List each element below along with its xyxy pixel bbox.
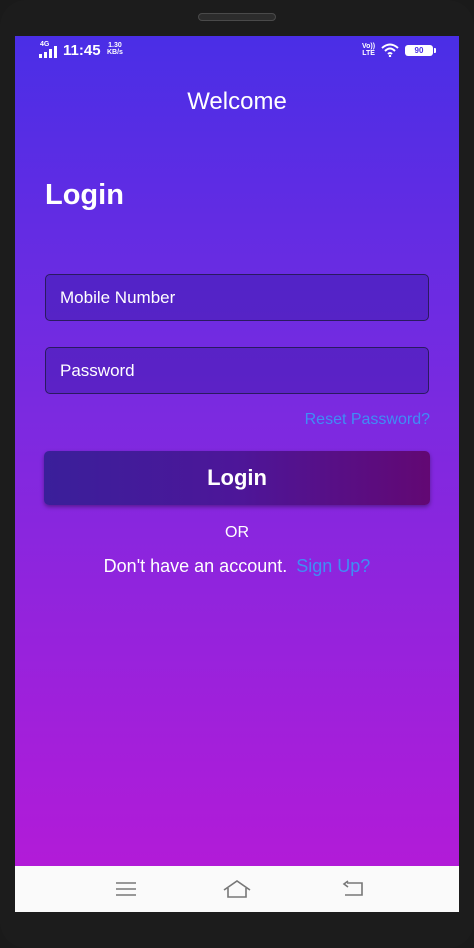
signup-row: Don't have an account. Sign Up? bbox=[15, 556, 459, 577]
app-screen: 4G 11:45 1.30 KB/s Vo)) LTE 90 Welcome L… bbox=[15, 36, 459, 866]
home-icon[interactable] bbox=[222, 878, 252, 900]
speaker-grille bbox=[198, 13, 276, 21]
battery-icon: 90 bbox=[405, 45, 436, 56]
back-icon[interactable] bbox=[340, 878, 366, 900]
status-bar: 4G 11:45 1.30 KB/s Vo)) LTE 90 bbox=[15, 36, 459, 64]
speed-value: 1.30 bbox=[108, 42, 122, 49]
lte-label: LTE bbox=[362, 50, 375, 57]
phone-frame: 4G 11:45 1.30 KB/s Vo)) LTE 90 Welcome L… bbox=[0, 0, 474, 948]
page-title: Login bbox=[45, 179, 124, 211]
clock: 11:45 bbox=[63, 42, 101, 59]
or-divider: OR bbox=[225, 524, 249, 541]
password-input[interactable]: Password bbox=[45, 347, 429, 394]
menu-icon[interactable] bbox=[113, 878, 139, 900]
signup-prompt: Don't have an account. bbox=[103, 556, 288, 576]
navigation-bar bbox=[15, 866, 459, 912]
volte-indicator: Vo)) LTE bbox=[362, 43, 375, 57]
speed-unit: KB/s bbox=[107, 49, 123, 56]
signal-icon bbox=[39, 46, 57, 58]
password-placeholder: Password bbox=[60, 361, 135, 380]
header-title: Welcome bbox=[187, 88, 287, 115]
login-button[interactable]: Login bbox=[44, 451, 430, 505]
mobile-number-input[interactable]: Mobile Number bbox=[45, 274, 429, 321]
sign-up-link[interactable]: Sign Up? bbox=[296, 556, 370, 576]
mobile-number-placeholder: Mobile Number bbox=[60, 288, 176, 307]
network-speed: 1.30 KB/s bbox=[107, 42, 123, 56]
reset-password-link[interactable]: Reset Password? bbox=[305, 411, 430, 429]
wifi-icon bbox=[381, 43, 399, 57]
volte-label: Vo)) bbox=[362, 43, 376, 50]
